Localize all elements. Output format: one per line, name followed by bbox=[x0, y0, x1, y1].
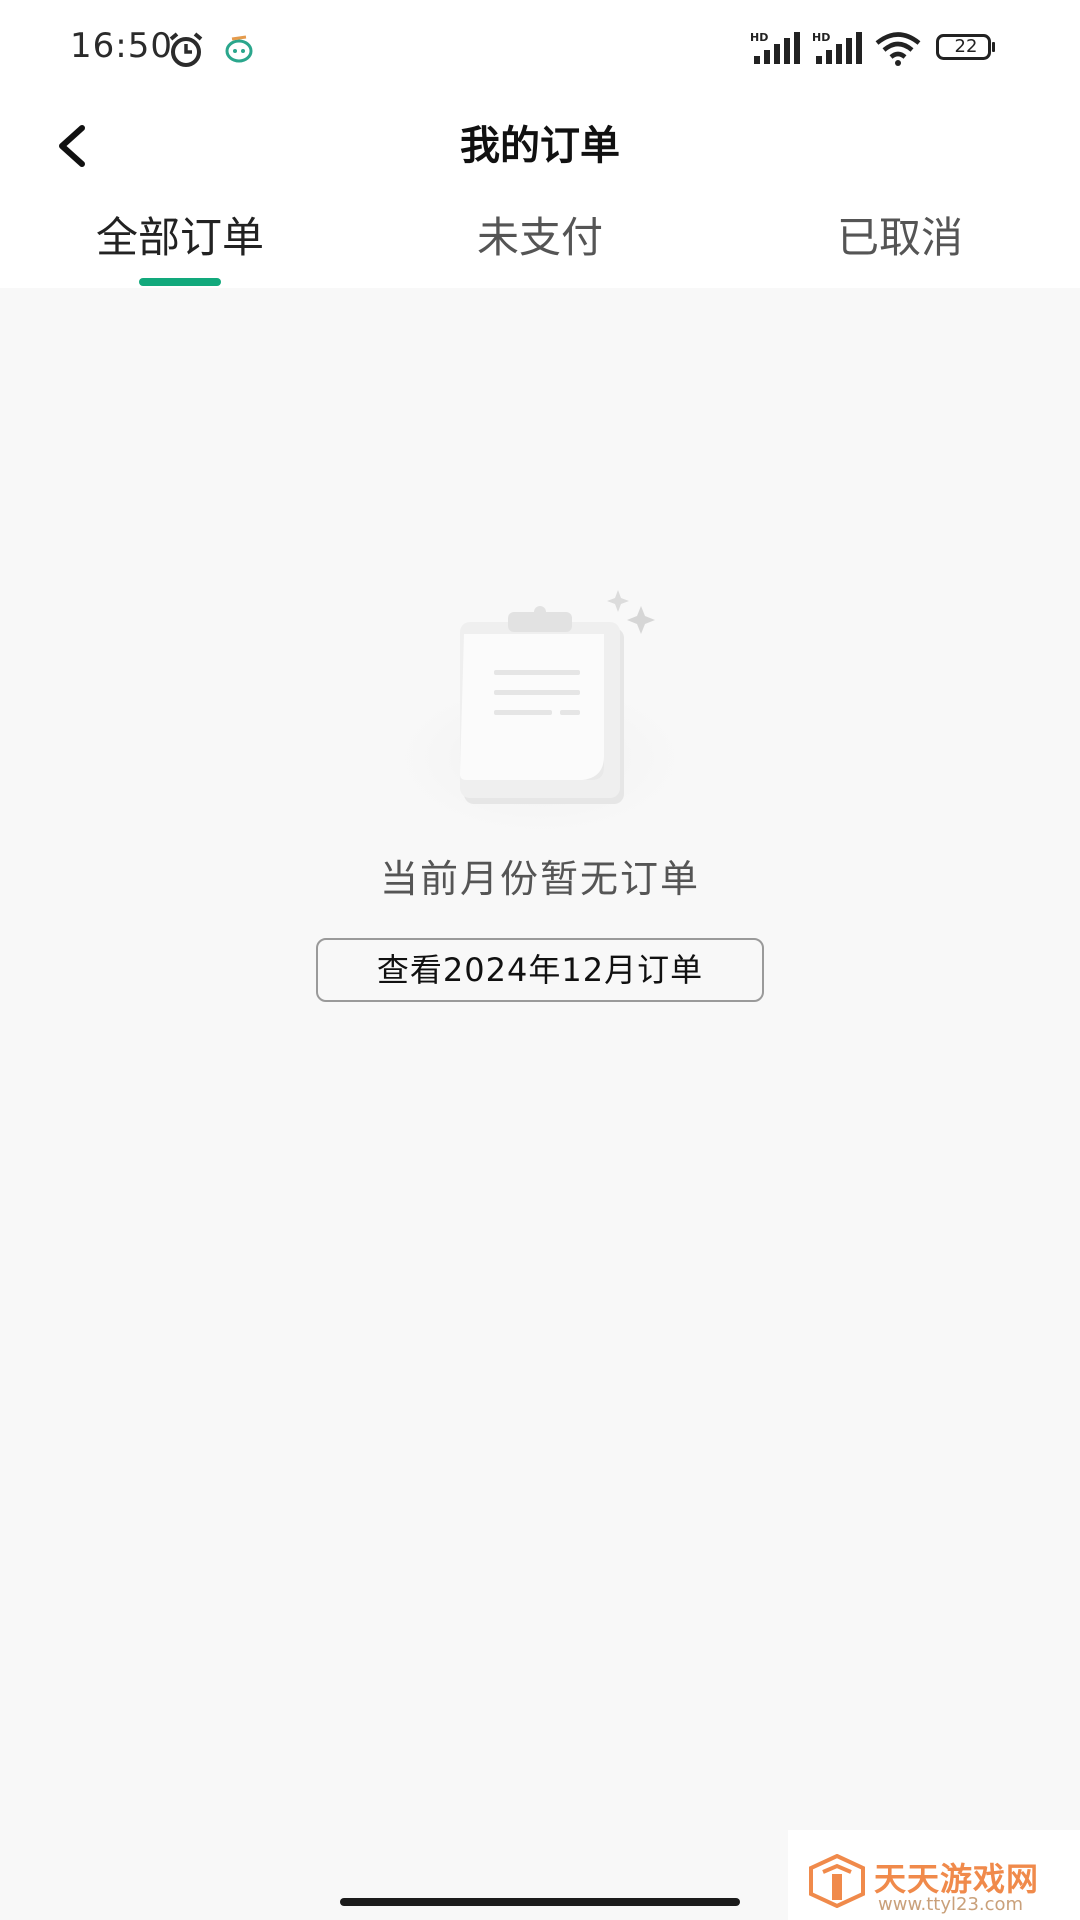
header: 我的订单 bbox=[0, 96, 1080, 196]
status-time: 16:50 bbox=[70, 26, 173, 66]
status-bar: 16:50 HD HD 22 bbox=[0, 0, 1080, 96]
watermark: 天天游戏网 www.ttyl23.com bbox=[788, 1830, 1080, 1920]
cellular-signal-icon: HD bbox=[750, 31, 800, 64]
wifi-icon bbox=[875, 32, 921, 66]
order-tabs: 全部订单 未支付 已取消 bbox=[0, 196, 1080, 288]
tab-unpaid[interactable]: 未支付 bbox=[420, 196, 660, 288]
svg-text:HD: HD bbox=[750, 31, 768, 44]
page-title: 我的订单 bbox=[460, 123, 620, 169]
app-notification-icon bbox=[225, 35, 253, 63]
battery-level: 22 bbox=[954, 36, 978, 57]
cellular-signal-icon: HD bbox=[812, 31, 862, 64]
watermark-logo-icon bbox=[809, 1854, 865, 1908]
watermark-url: www.ttyl23.com bbox=[878, 1894, 1024, 1915]
view-december-orders-button[interactable]: 查看2024年12月订单 bbox=[316, 938, 764, 1002]
back-button[interactable] bbox=[40, 114, 104, 178]
tab-all-orders[interactable]: 全部订单 bbox=[60, 196, 300, 288]
svg-text:HD: HD bbox=[812, 31, 830, 44]
empty-clipboard-icon bbox=[370, 590, 710, 830]
tab-cancelled[interactable]: 已取消 bbox=[780, 196, 1020, 288]
home-indicator[interactable] bbox=[340, 1898, 740, 1906]
battery-indicator: 22 bbox=[936, 34, 996, 60]
chevron-left-icon bbox=[59, 125, 85, 167]
alarm-clock-icon bbox=[169, 32, 203, 67]
active-tab-indicator bbox=[139, 278, 221, 286]
empty-state-message: 当前月份暂无订单 bbox=[379, 857, 700, 901]
